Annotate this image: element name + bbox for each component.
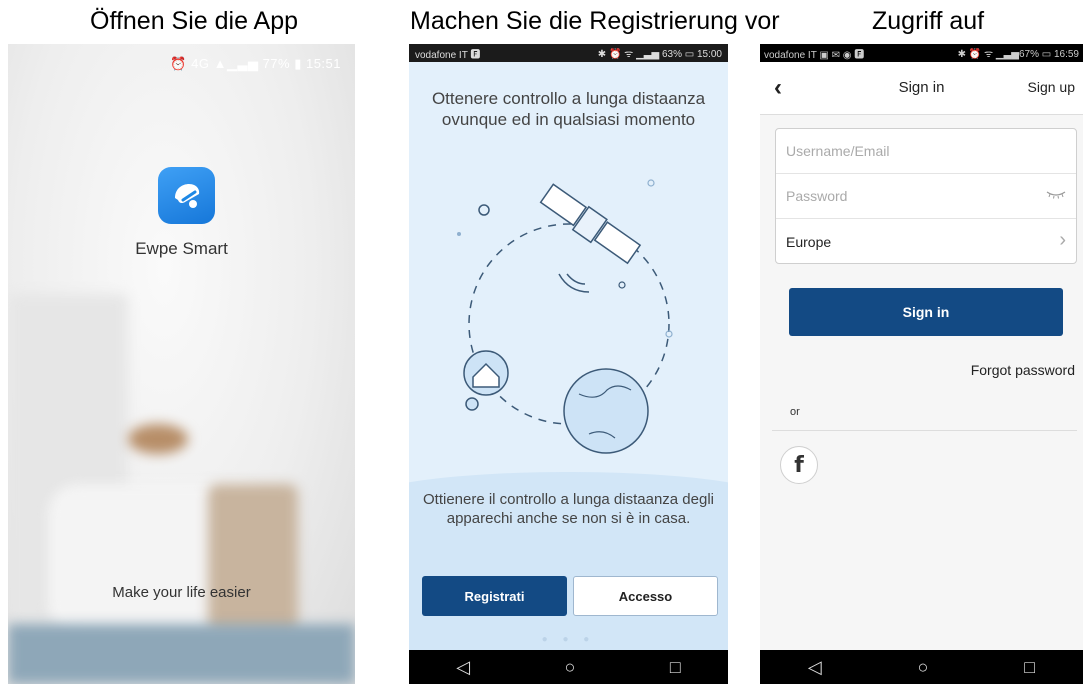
caption-access: Zugriff auf [872,7,985,35]
blurred-bowl [128,424,188,454]
top-bar: ‹ Sign in Sign up [760,62,1083,115]
intro-screen: vodafone IT 🅵 ✱ ⏰ ᯤ ▁▃▅ 63% ▭ 15:00 Otte… [409,44,728,684]
nav-recent-icon[interactable]: □ [1024,657,1035,678]
password-placeholder: Password [786,188,848,204]
nav-recent-icon[interactable]: □ [670,657,681,678]
login-form: Username/Email Password Europe › [775,128,1077,264]
app-name: Ewpe Smart [135,239,228,258]
caption-registration: Machen Sie die Registrierung vor [410,7,780,35]
splash-screen: ⏰ 4G ▲▁▃▅ 77% ▮ 15:51 Ewpe Smart Make yo… [8,44,355,684]
nav-home-icon[interactable]: ○ [565,657,576,678]
status-indicators: ✱ ⏰ ᯤ ▁▃▅ 63% ▭ 15:00 [597,49,722,60]
status-carrier: vodafone IT 🅵 [415,49,481,61]
access-button[interactable]: Accesso [573,576,718,616]
region-selector[interactable]: Europe › [776,219,1076,264]
signin-screen: vodafone IT ▣ ✉ ◉ 🅵 ✱ ⏰ ᯤ ▁▃▅67% ▭ 16:59… [760,44,1083,684]
intro-description: Ottienere il controllo a lunga distaanza… [422,491,714,527]
status-indicators: ✱ ⏰ ᯤ ▁▃▅67% ▭ 16:59 [957,49,1079,60]
status-bar: ⏰ 4G ▲▁▃▅ 77% ▮ 15:51 [170,56,341,71]
caption-open-app: Öffnen Sie die App [90,7,299,35]
eye-closed-icon[interactable] [1046,189,1066,199]
blurred-stool [208,484,298,634]
forgot-password-link[interactable]: Forgot password [971,362,1075,378]
nav-back-icon[interactable]: ◁ [456,657,470,678]
region-value: Europe [786,233,832,250]
blurred-floor [8,624,355,684]
ewpe-logo-icon [158,167,215,224]
password-field[interactable]: Password [776,174,1076,219]
system-nav-bar: ◁ ○ □ [409,650,728,684]
facebook-login-icon[interactable]: f [780,446,818,484]
divider [772,430,1077,431]
chevron-right-icon: › [1059,229,1066,251]
satellite-illustration-icon [457,179,673,454]
status-bar: vodafone IT 🅵 ✱ ⏰ ᯤ ▁▃▅ 63% ▭ 15:00 [409,44,728,62]
intro-headline: Ottenere controllo a lunga distaanza ovu… [431,89,706,129]
nav-back-icon[interactable]: ◁ [808,657,822,678]
username-placeholder: Username/Email [786,143,890,159]
signin-button[interactable]: Sign in [789,288,1063,336]
system-nav-bar: ◁ ○ □ [760,650,1083,684]
status-carrier: vodafone IT ▣ ✉ ◉ 🅵 [764,49,865,61]
status-bar: vodafone IT ▣ ✉ ◉ 🅵 ✱ ⏰ ᯤ ▁▃▅67% ▭ 16:59 [760,44,1083,62]
nav-home-icon[interactable]: ○ [918,657,929,678]
signup-link[interactable]: Sign up [1028,79,1075,95]
username-field[interactable]: Username/Email [776,129,1076,174]
page-indicator: ● ● ● [541,634,596,645]
tagline: Make your life easier [112,584,251,601]
or-label: or [790,406,800,418]
register-button[interactable]: Registrati [422,576,567,616]
